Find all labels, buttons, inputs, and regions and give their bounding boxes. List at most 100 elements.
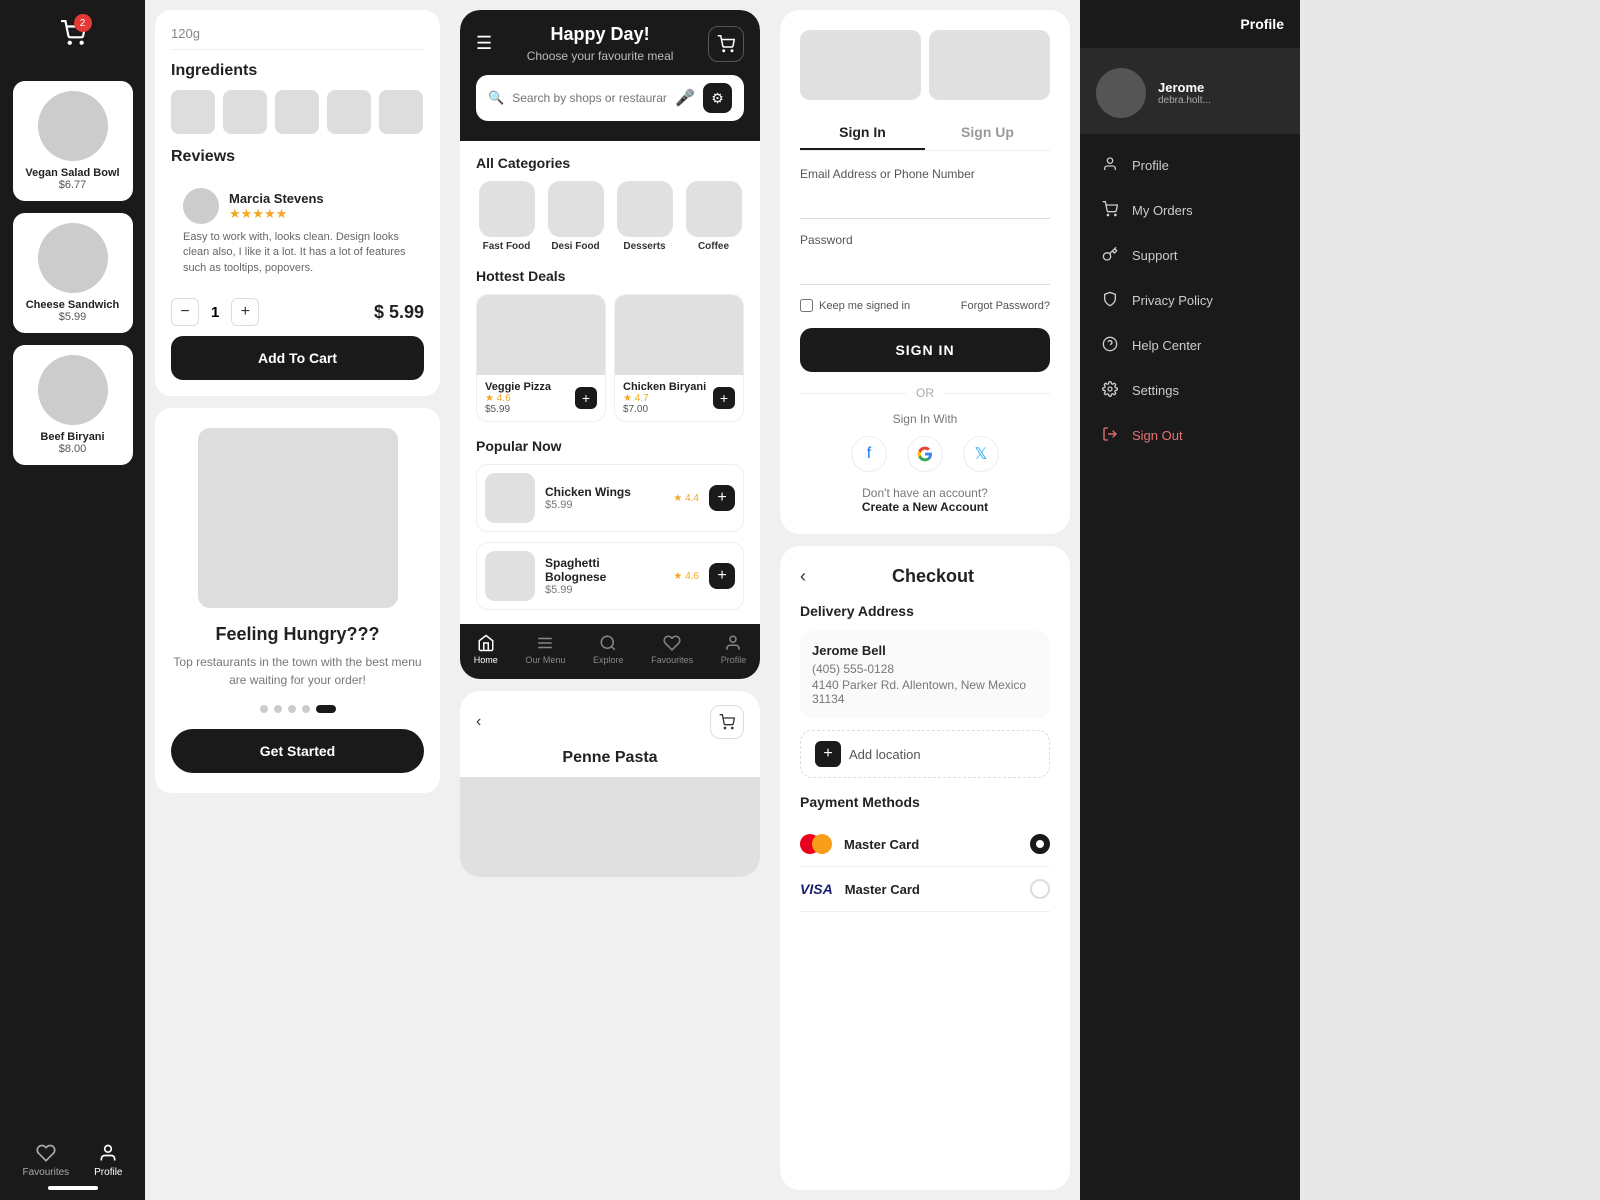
deal-add-biryani-btn[interactable]: + [713,387,735,409]
qty-control: − 1 + [171,298,259,326]
ingredient-3 [275,90,319,134]
menu-label-settings: Settings [1132,383,1179,398]
app-nav-favourites[interactable]: Favourites [651,634,693,665]
cat-coffee[interactable]: Coffee [683,181,744,252]
profile-email: debra.holt... [1158,95,1211,106]
food-img-vegan [38,91,108,161]
app-cart-button[interactable] [708,26,744,62]
menu-item-settings[interactable]: Settings [1088,369,1292,412]
payment-row-mastercard[interactable]: Master Card [800,822,1050,867]
deal-card-biryani[interactable]: Chicken Biryani ★ 4.7 $7.00 + [614,294,744,422]
mastercard-logo [800,834,832,854]
deal-card-pizza[interactable]: Veggie Pizza ★ 4.6 $5.99 + [476,294,606,422]
ingredients-row [171,90,424,134]
add-to-cart-button[interactable]: Add To Cart [171,336,424,380]
app-nav-profile[interactable]: Profile [721,634,747,665]
cat-desserts[interactable]: Desserts [614,181,675,252]
facebook-login-button[interactable]: f [851,436,887,472]
keep-signed-label[interactable]: Keep me signed in [800,299,910,312]
cat-desifood[interactable]: Desi Food [545,181,606,252]
menu-item-support[interactable]: Support [1088,234,1292,277]
google-login-button[interactable] [907,436,943,472]
email-input[interactable] [800,187,1050,219]
app-nav-menu[interactable]: Our Menu [525,634,565,665]
menu-label-profile: Profile [1132,158,1169,173]
food-item-vegan[interactable]: Vegan Salad Bowl $6.77 [13,81,133,201]
qty-value: 1 [211,304,219,321]
password-input[interactable] [800,253,1050,285]
popular-title: Popular Now [476,438,744,454]
checkout-back-button[interactable]: ‹ [800,566,806,587]
food-item-cheese[interactable]: Cheese Sandwich $5.99 [13,213,133,333]
popular-item-spaghetti[interactable]: Spaghetti Bolognese $5.99 ★ 4.6 + [476,542,744,610]
deal-img-pizza [477,295,605,375]
nav-profile-label: Profile [94,1167,122,1178]
greeting-text: Happy Day! [527,24,674,45]
payment-methods-title: Payment Methods [800,794,1050,810]
nav-favourites-label: Favourites [22,1167,69,1178]
categories-title: All Categories [476,155,744,171]
key-icon [1100,246,1120,265]
cat-fastfood[interactable]: Fast Food [476,181,537,252]
visa-logo: VISA [800,881,833,897]
tab-signup[interactable]: Sign Up [925,116,1050,150]
profile-header: Jerome debra.holt... [1080,48,1300,134]
mic-icon[interactable]: 🎤 [675,88,695,108]
popular-item-wings[interactable]: Chicken Wings $5.99 ★ 4.4 + [476,464,744,532]
keep-signed-checkbox[interactable] [800,299,813,312]
hamburger-icon[interactable]: ☰ [476,33,492,54]
menu-item-signout[interactable]: Sign Out [1088,414,1292,457]
get-started-button[interactable]: Get Started [171,729,424,773]
mini-dish-title: Penne Pasta [460,749,760,777]
cat-label-desifood: Desi Food [551,241,599,252]
cart-icon-wrap[interactable]: 2 [60,20,86,51]
deal-add-pizza-btn[interactable]: + [575,387,597,409]
create-account-link[interactable]: Create a New Account [862,500,988,514]
auth-images-row [800,30,1050,100]
add-location-button[interactable]: + Add location [800,730,1050,778]
deals-title: Hottest Deals [476,268,744,284]
mini-cart-button[interactable] [710,705,744,739]
nav-profile[interactable]: Profile [94,1143,122,1178]
deal-price-biryani: $7.00 [623,404,706,415]
address-box: Jerome Bell (405) 555-0128 4140 Parker R… [800,631,1050,718]
reviews-title: Reviews [171,148,424,166]
twitter-login-button[interactable]: 𝕏 [963,436,999,472]
cat-img-fastfood [479,181,535,237]
menu-label-help: Help Center [1132,338,1201,353]
food-item-biryani[interactable]: Beef Biryani $8.00 [13,345,133,465]
cat-label-fastfood: Fast Food [483,241,531,252]
deal-cards-row: Veggie Pizza ★ 4.6 $5.99 + [476,294,744,422]
popular-add-spaghetti-btn[interactable]: + [709,563,735,589]
tab-signin[interactable]: Sign In [800,116,925,150]
popular-add-wings-btn[interactable]: + [709,485,735,511]
mastercard-radio[interactable] [1030,834,1050,854]
filter-button[interactable]: ⚙ [703,83,732,113]
mini-back-button[interactable]: ‹ [476,713,481,731]
forgot-password-link[interactable]: Forgot Password? [961,300,1050,312]
ingredients-title: Ingredients [171,62,424,80]
qty-decrease-btn[interactable]: − [171,298,199,326]
nav-favourites[interactable]: Favourites [22,1143,69,1178]
app-nav-home[interactable]: Home [474,634,498,665]
menu-item-orders[interactable]: My Orders [1088,189,1292,232]
visa-radio[interactable] [1030,879,1050,899]
sign-in-button[interactable]: SIGN IN [800,328,1050,372]
app-nav-explore[interactable]: Explore [593,634,624,665]
cat-label-desserts: Desserts [623,241,665,252]
qty-increase-btn[interactable]: + [231,298,259,326]
popular-img-spaghetti [485,551,535,601]
cart-menu-icon [1100,201,1120,220]
password-label: Password [800,233,1050,247]
deal-info-pizza: Veggie Pizza ★ 4.6 $5.99 + [477,375,605,421]
menu-item-help[interactable]: Help Center [1088,324,1292,367]
settings-icon [1100,381,1120,400]
search-input[interactable] [512,91,667,105]
food-name-vegan: Vegan Salad Bowl [23,167,123,179]
menu-item-privacy[interactable]: Privacy Policy [1088,279,1292,322]
menu-item-profile[interactable]: Profile [1088,144,1292,187]
social-icons-row: f 𝕏 [800,436,1050,472]
customer-name: Jerome Bell [812,643,1038,658]
payment-row-visa[interactable]: VISA Master Card [800,867,1050,912]
col-app: ☰ Happy Day! Choose your favourite meal … [450,0,770,1200]
